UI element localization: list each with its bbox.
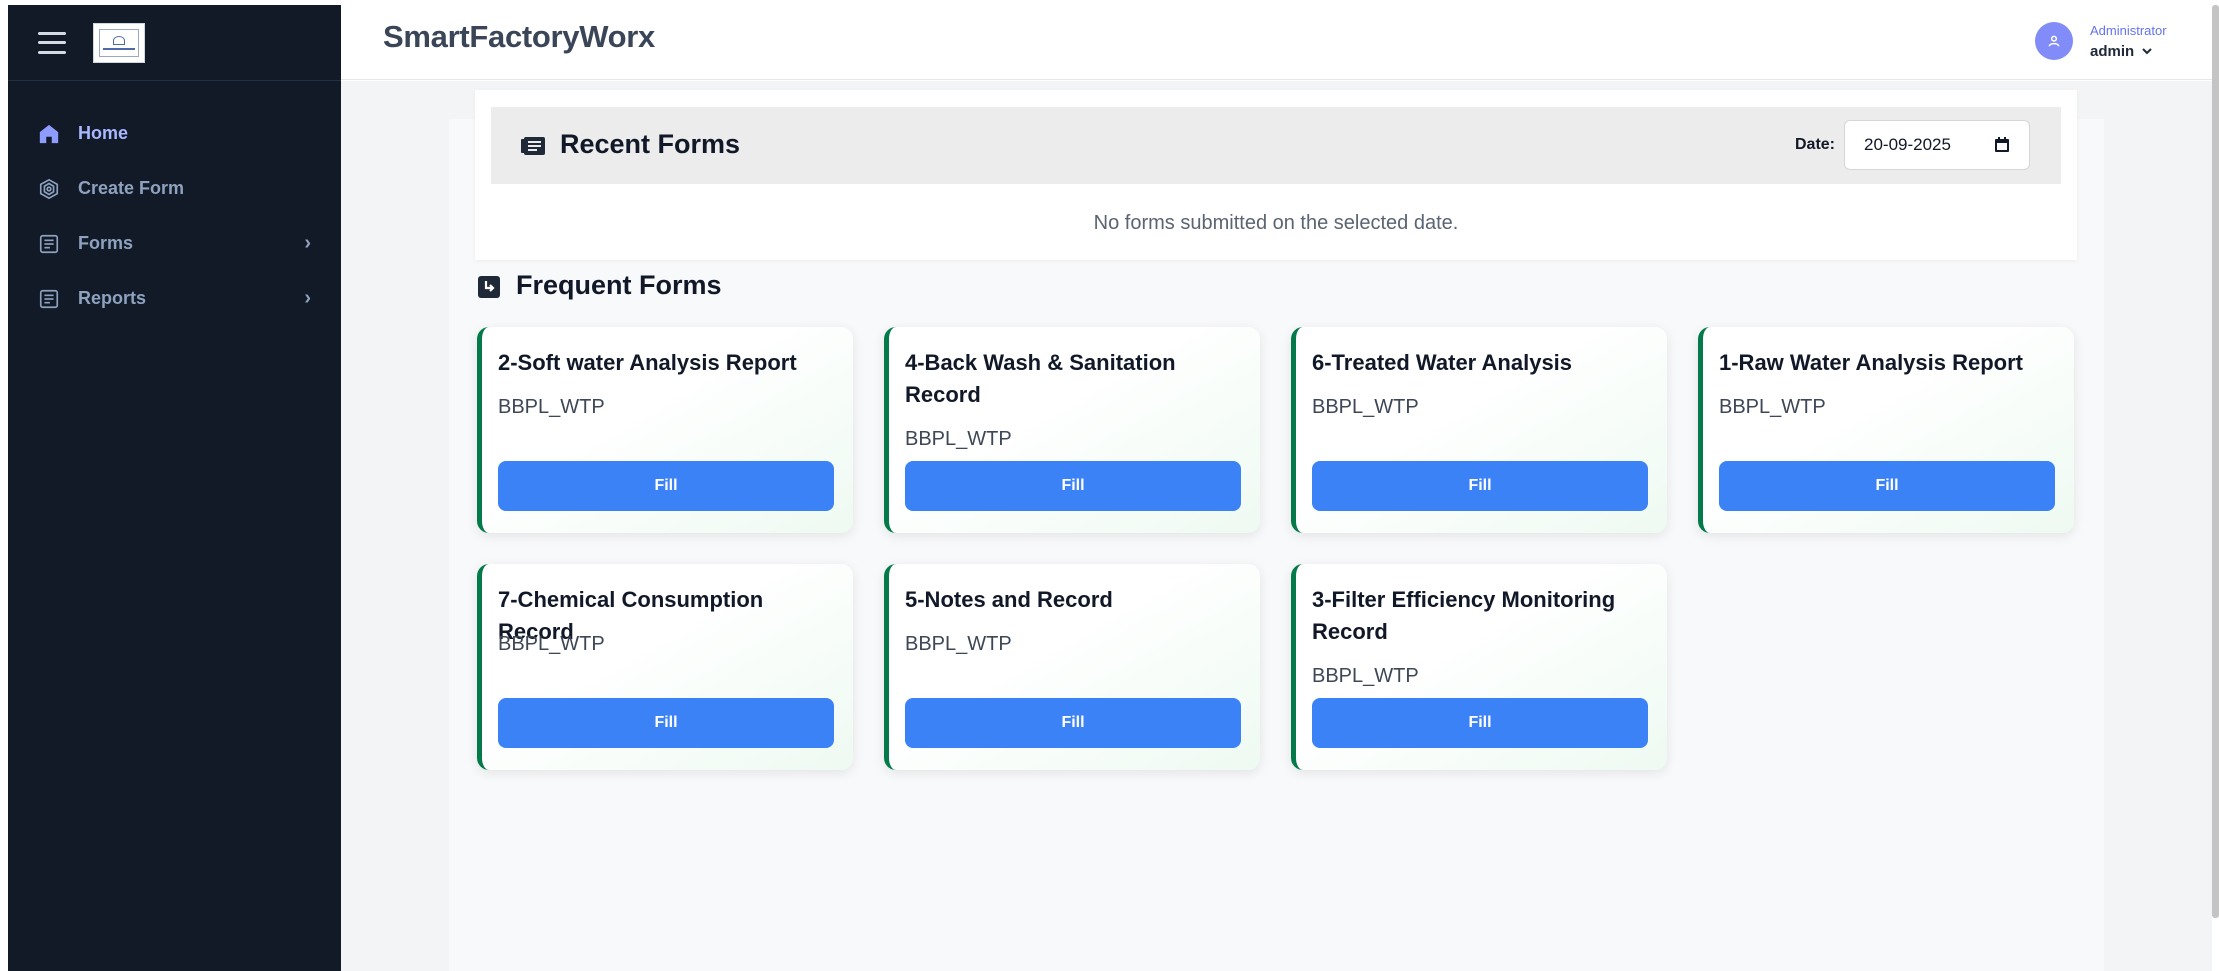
sidebar-item-label: Create Form xyxy=(78,178,185,198)
user-name-row: admin xyxy=(2090,43,2167,60)
sidebar-item-reports[interactable]: Reports › xyxy=(8,271,341,326)
calendar-icon[interactable] xyxy=(1994,137,2010,158)
date-picker-input[interactable]: 20-09-2025 xyxy=(1844,120,2030,170)
sidebar-item-label: Home xyxy=(78,123,129,143)
chevron-down-icon xyxy=(2141,43,2153,60)
form-card-title: 1-Raw Water Analysis Report xyxy=(1719,350,2024,375)
empty-state-message: No forms submitted on the selected date. xyxy=(1093,212,1459,234)
date-label: Date: xyxy=(1795,136,1836,153)
top-header: SmartFactoryWorx Administrator admin xyxy=(341,5,2212,80)
page-scrollbar[interactable] xyxy=(2212,5,2219,918)
form-card-title: 5-Notes and Record xyxy=(905,587,1113,612)
form-card-subtitle: BBPL_WTP xyxy=(498,396,605,418)
form-card: 4-Back Wash & Sanitation Record BBPL_WTP… xyxy=(884,327,1260,533)
fill-button[interactable]: Fill xyxy=(1312,698,1648,748)
form-card: 3-Filter Efficiency Monitoring Record BB… xyxy=(1291,564,1667,770)
fill-button[interactable]: Fill xyxy=(1719,461,2055,511)
form-card: 2-Soft water Analysis Report BBPL_WTP Fi… xyxy=(477,327,853,533)
fill-button[interactable]: Fill xyxy=(498,698,834,748)
arrow-return-icon xyxy=(478,276,500,303)
newspaper-icon xyxy=(521,137,545,160)
sidebar-top xyxy=(8,5,341,81)
menu-toggle-icon[interactable] xyxy=(38,31,66,54)
form-card-subtitle: BBPL_WTP xyxy=(905,428,1012,450)
date-value: 20-09-2025 xyxy=(1864,135,1951,154)
form-card-title: 2-Soft water Analysis Report xyxy=(498,350,797,375)
sidebar-nav: Home Create Form Forms › Reports › xyxy=(8,81,341,326)
form-card-title: 6-Treated Water Analysis xyxy=(1312,350,1573,375)
form-card-title: 4-Back Wash & Sanitation Record xyxy=(905,350,1176,407)
user-role: Administrator xyxy=(2090,22,2167,38)
fill-button[interactable]: Fill xyxy=(498,461,834,511)
form-card: 1-Raw Water Analysis Report BBPL_WTP Fil… xyxy=(1698,327,2074,533)
recent-forms-card: Recent Forms Date: 20-09-2025 No forms s… xyxy=(475,90,2077,260)
recent-forms-title: Recent Forms xyxy=(560,129,741,159)
user-info: Administrator admin xyxy=(2090,23,2167,60)
user-name: admin xyxy=(2090,42,2135,60)
form-card-subtitle: BBPL_WTP xyxy=(1312,665,1419,687)
sidebar: Home Create Form Forms › Reports › xyxy=(8,5,341,971)
form-card-title: 3-Filter Efficiency Monitoring Record xyxy=(1312,587,1616,644)
form-card: 5-Notes and Record BBPL_WTP Fill xyxy=(884,564,1260,770)
fill-button[interactable]: Fill xyxy=(905,698,1241,748)
sidebar-item-label: Forms xyxy=(78,233,134,253)
layers-icon xyxy=(38,178,60,200)
sidebar-item-label: Reports xyxy=(78,288,147,308)
company-logo xyxy=(93,22,145,63)
form-card: 6-Treated Water Analysis BBPL_WTP Fill xyxy=(1291,327,1667,533)
form-card-subtitle: BBPL_WTP xyxy=(905,633,1012,655)
fill-button[interactable]: Fill xyxy=(1312,461,1648,511)
chevron-right-icon: › xyxy=(304,287,311,309)
form-card-subtitle: BBPL_WTP xyxy=(1312,396,1419,418)
form-card: 7-Chemical Consumption Record BBPL_WTP F… xyxy=(477,564,853,770)
sidebar-item-home[interactable]: Home xyxy=(8,106,341,161)
report-list-icon xyxy=(38,288,60,310)
sidebar-item-create-form[interactable]: Create Form xyxy=(8,161,341,216)
sidebar-item-forms[interactable]: Forms › xyxy=(8,216,341,271)
fill-button[interactable]: Fill xyxy=(905,461,1241,511)
recent-forms-header: Recent Forms Date: 20-09-2025 xyxy=(491,107,2061,184)
form-list-icon xyxy=(38,233,60,255)
app-title: SmartFactoryWorx xyxy=(383,19,655,54)
chevron-right-icon: › xyxy=(304,232,311,254)
user-menu[interactable]: Administrator admin xyxy=(2035,22,2167,60)
form-card-subtitle: BBPL_WTP xyxy=(498,633,605,655)
avatar xyxy=(2035,22,2073,60)
home-icon xyxy=(38,123,60,145)
frequent-forms-title: Frequent Forms xyxy=(516,270,722,300)
form-card-subtitle: BBPL_WTP xyxy=(1719,396,1826,418)
